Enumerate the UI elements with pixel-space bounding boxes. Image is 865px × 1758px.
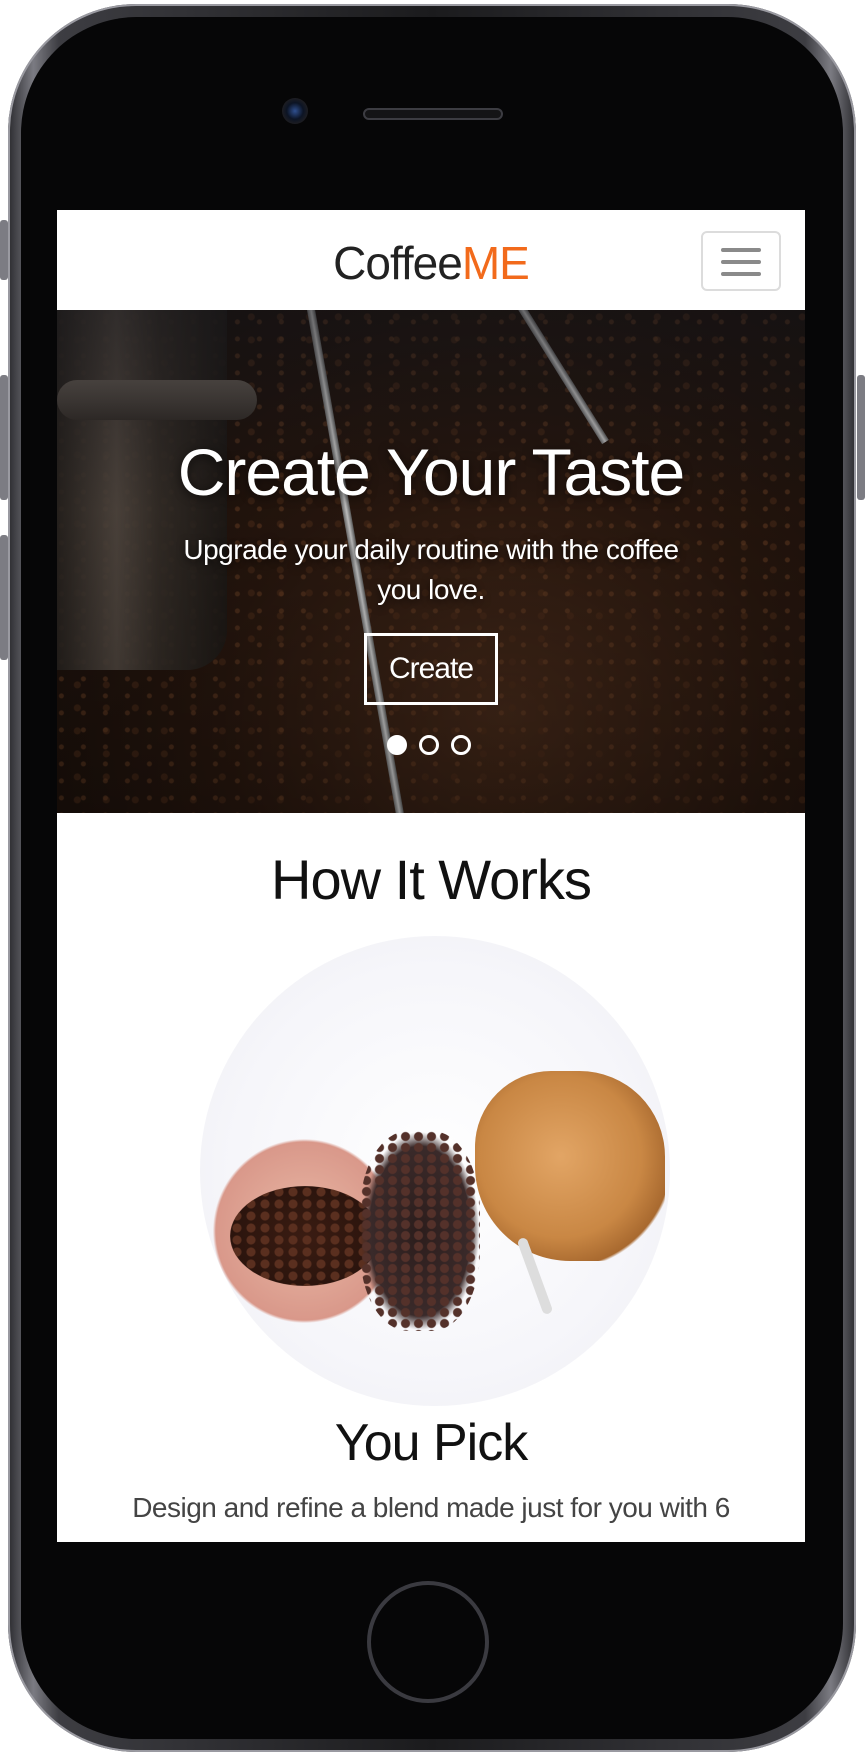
screen: CoffeeME Create Your Taste Upgrade your … [57, 210, 805, 1542]
carousel-dot-1[interactable] [387, 735, 407, 755]
coffee-beans-image [230, 1186, 380, 1286]
volume-down-button [0, 535, 8, 660]
hero-carousel[interactable]: Create Your Taste Upgrade your daily rou… [57, 310, 805, 813]
you-pick-image [200, 936, 670, 1406]
brand-logo[interactable]: CoffeeME [57, 238, 805, 288]
logo-text-coffee: Coffee [333, 237, 463, 289]
hero-title: Create Your Taste [177, 435, 686, 509]
coffee-beans-image [360, 1131, 480, 1331]
earpiece-speaker [363, 108, 503, 120]
step-description: Design and refine a blend made just for … [132, 1492, 730, 1523]
hamburger-menu-button[interactable] [701, 231, 781, 291]
hero-subtitle: Upgrade your daily routine with the coff… [183, 534, 679, 605]
front-camera [282, 98, 308, 124]
carousel-dot-2[interactable] [419, 735, 439, 755]
navbar: CoffeeME [57, 210, 805, 310]
burlap-sack-image [475, 1071, 665, 1261]
mute-switch [0, 220, 8, 280]
step-title: You Pick [334, 1414, 528, 1472]
power-button [857, 375, 865, 500]
logo-text-me: ME [461, 237, 530, 289]
volume-up-button [0, 375, 8, 500]
create-button[interactable]: Create [364, 633, 498, 705]
home-button[interactable] [367, 1581, 489, 1703]
carousel-dot-3[interactable] [451, 735, 471, 755]
how-it-works-heading: How It Works [271, 848, 592, 911]
